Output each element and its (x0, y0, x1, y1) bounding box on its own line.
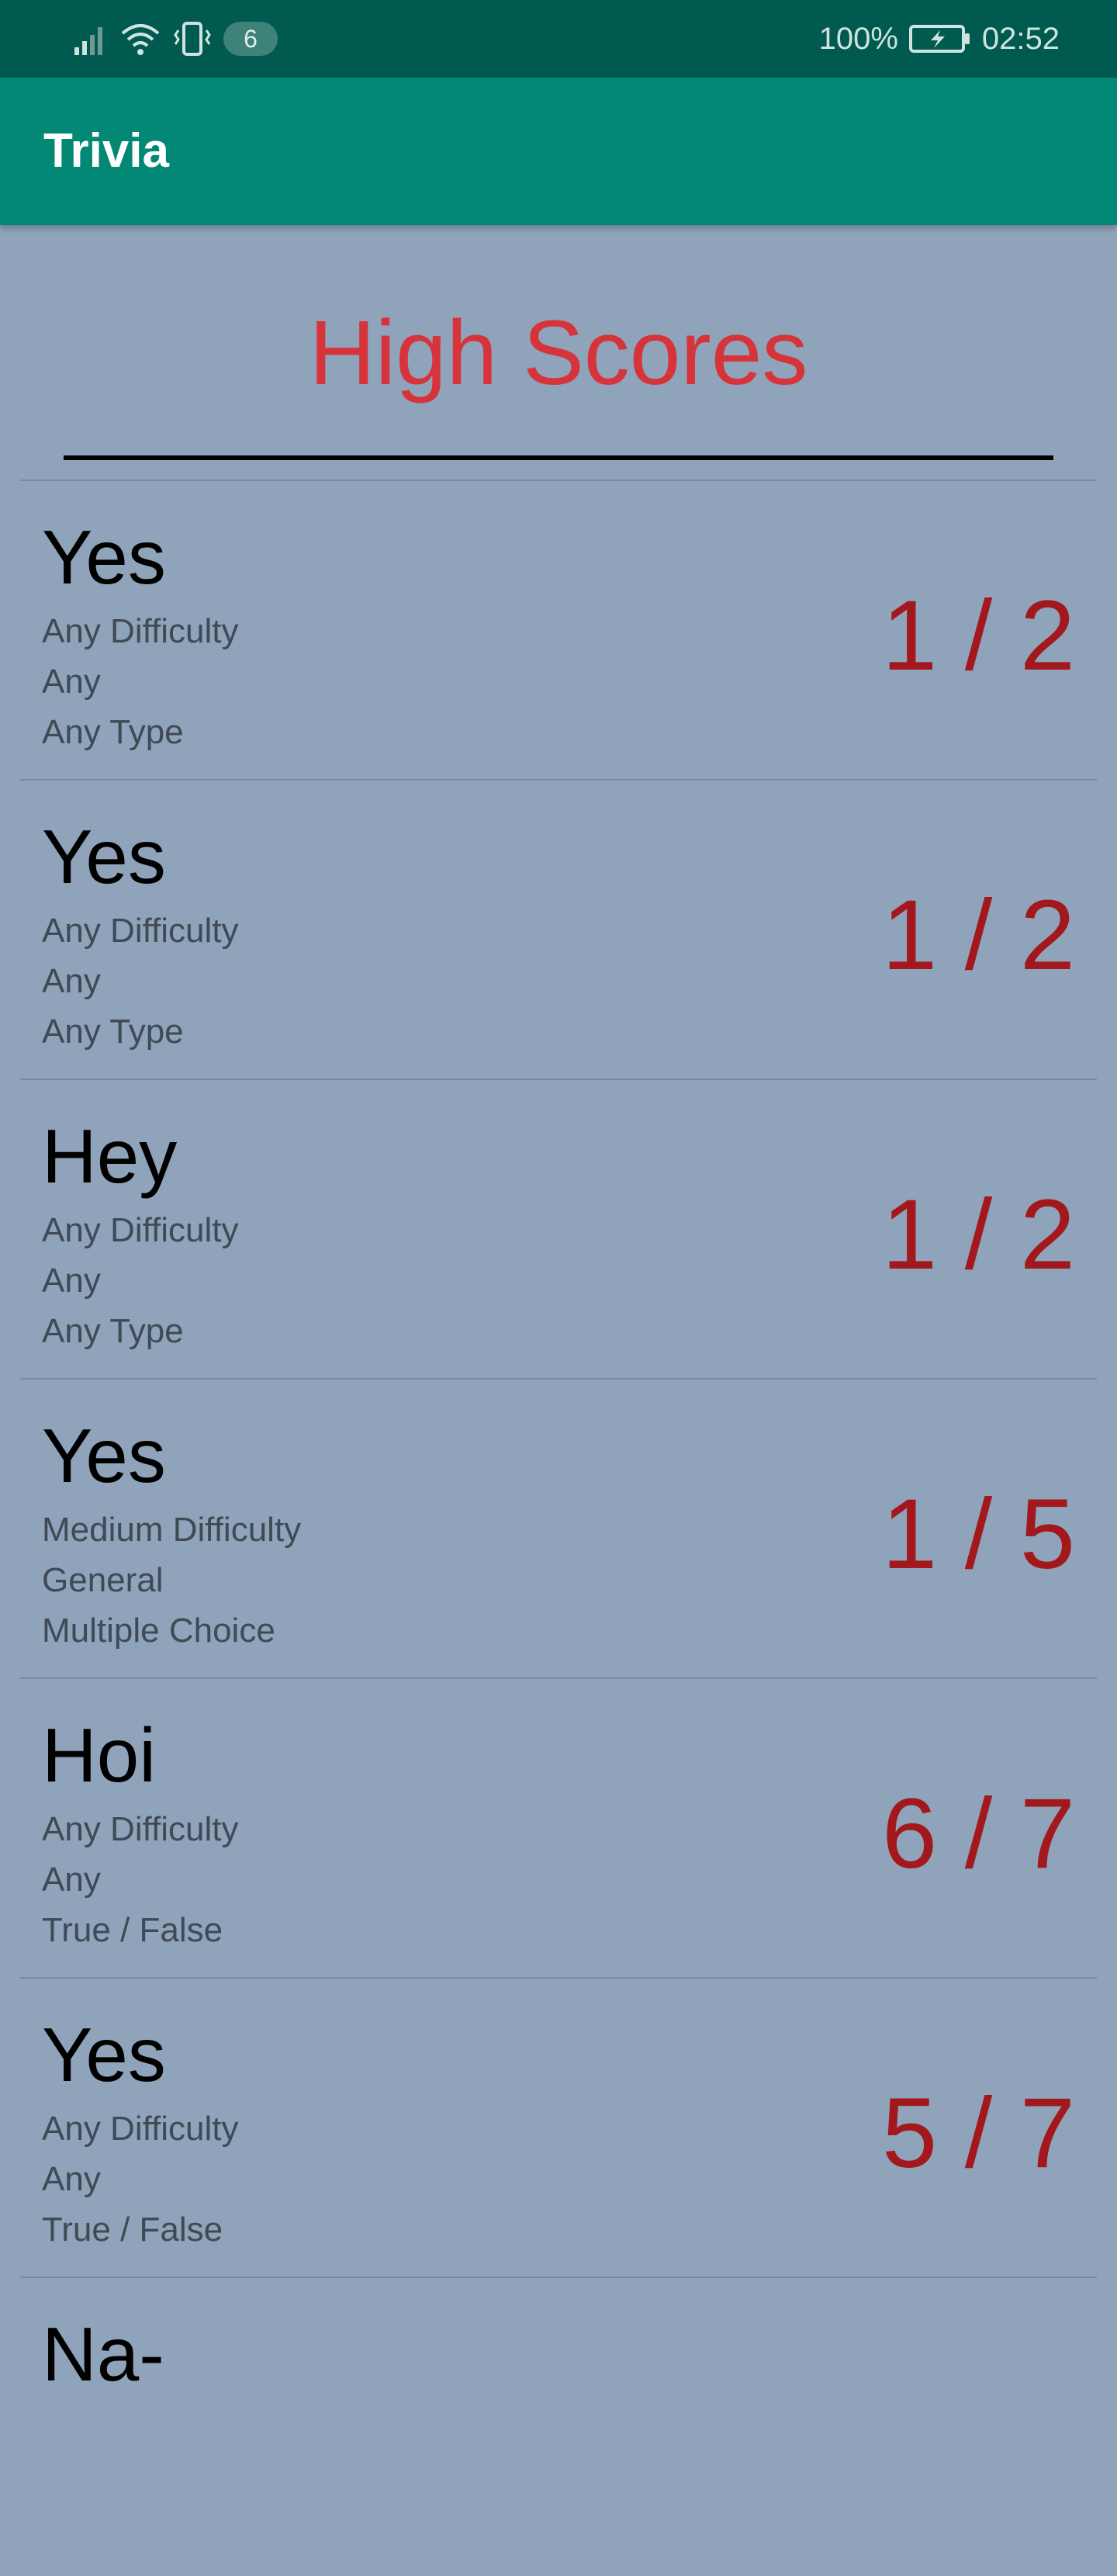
list-item[interactable]: Na- (20, 2277, 1097, 2576)
score-value: 5 / 7 (881, 2078, 1075, 2189)
heading-divider (64, 455, 1053, 460)
status-bar: 6 100% 02:52 (0, 0, 1117, 78)
player-name: Hey (42, 1113, 178, 1199)
battery-charging-icon (908, 23, 971, 54)
category-label: Any (42, 962, 101, 1000)
player-name: Yes (42, 814, 166, 899)
score-value: 1 / 5 (881, 1479, 1075, 1590)
page-title: High Scores (309, 302, 808, 404)
player-name: Yes (42, 1413, 166, 1498)
player-name: Hoi (42, 1712, 157, 1798)
status-right: 100% 02:52 (819, 17, 1060, 61)
player-name: Yes (42, 2012, 166, 2097)
vibrate-icon (172, 21, 213, 57)
list-item[interactable]: Yes Any Difficulty Any Any Type 1 / 2 (20, 480, 1097, 779)
score-value: 1 / 2 (881, 1179, 1075, 1290)
question-type-label: Any Type (42, 713, 184, 751)
score-value: 1 / 2 (881, 880, 1075, 991)
status-left: 6 (73, 17, 278, 61)
difficulty-label: Any Difficulty (42, 2110, 239, 2148)
signal-icon (73, 21, 109, 57)
question-type-label: Any Type (42, 1312, 184, 1350)
difficulty-label: Any Difficulty (42, 612, 239, 650)
score-value: 1 / 2 (881, 580, 1075, 691)
player-name: Na- (42, 2311, 164, 2397)
category-label: Any (42, 1861, 101, 1899)
score-value: 6 / 7 (881, 1778, 1075, 1889)
wifi-icon (119, 21, 161, 57)
clock: 02:52 (981, 21, 1060, 56)
list-item[interactable]: Yes Medium Difficulty General Multiple C… (20, 1378, 1097, 1678)
difficulty-label: Any Difficulty (42, 912, 239, 950)
notification-count-badge: 6 (223, 22, 278, 56)
question-type-label: Multiple Choice (42, 1612, 275, 1650)
difficulty-label: Any Difficulty (42, 1211, 239, 1249)
list-item[interactable]: Hoi Any Difficulty Any True / False 6 / … (20, 1678, 1097, 1977)
question-type-label: True / False (42, 1911, 223, 1949)
question-type-label: True / False (42, 2211, 223, 2249)
battery-percent: 100% (818, 21, 898, 56)
high-scores-list[interactable]: Yes Any Difficulty Any Any Type 1 / 2 Ye… (20, 480, 1097, 2576)
list-item[interactable]: Hey Any Difficulty Any Any Type 1 / 2 (20, 1079, 1097, 1378)
category-label: Any (42, 663, 101, 701)
player-name: Yes (42, 514, 166, 600)
list-item[interactable]: Yes Any Difficulty Any Any Type 1 / 2 (20, 779, 1097, 1079)
app-bar: Trivia (0, 78, 1117, 225)
question-type-label: Any Type (42, 1013, 184, 1051)
app-title: Trivia (43, 124, 169, 178)
difficulty-label: Medium Difficulty (42, 1511, 302, 1549)
list-item[interactable]: Yes Any Difficulty Any True / False 5 / … (20, 1977, 1097, 2277)
category-label: Any (42, 2160, 101, 2198)
category-label: General (42, 1561, 164, 1599)
category-label: Any (42, 1262, 101, 1300)
difficulty-label: Any Difficulty (42, 1810, 239, 1848)
